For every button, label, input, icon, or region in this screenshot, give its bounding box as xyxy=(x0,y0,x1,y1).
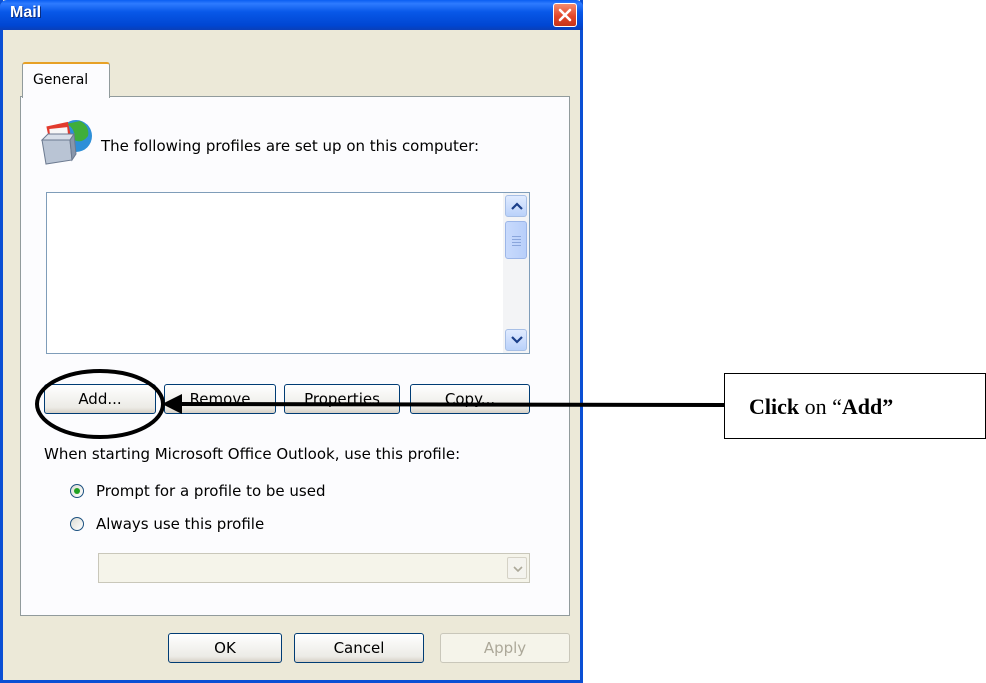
highlight-ellipse xyxy=(35,369,165,439)
arrow-line xyxy=(177,402,725,407)
callout-bold-add: Add” xyxy=(841,394,894,419)
tab-label: General xyxy=(33,72,89,88)
callout-text: on “ xyxy=(799,394,842,419)
instruction-callout: Click on “Add” xyxy=(724,373,986,439)
arrow-head xyxy=(162,394,182,414)
tab-general[interactable]: General xyxy=(22,62,110,98)
callout-bold-click: Click xyxy=(749,394,800,419)
annotation-overlay xyxy=(35,369,725,439)
